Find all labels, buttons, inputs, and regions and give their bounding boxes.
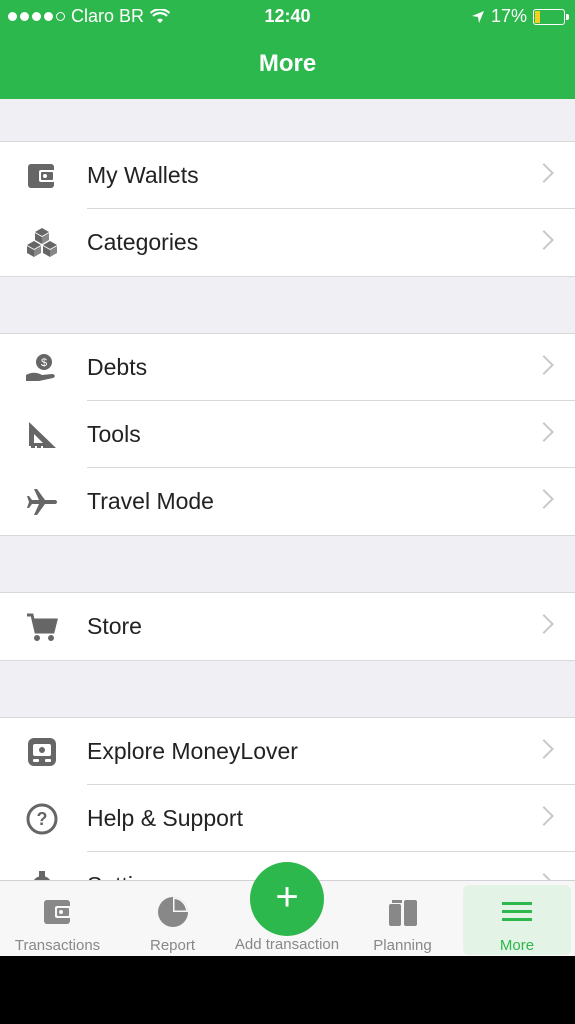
battery-icon bbox=[533, 8, 569, 25]
menu-item-label: Explore MoneyLover bbox=[87, 738, 298, 764]
menu-item-label: Categories bbox=[87, 229, 199, 255]
location-arrow-icon bbox=[471, 10, 484, 23]
tab-more[interactable]: More bbox=[463, 885, 571, 955]
more-screen: Claro BR 12:40 17% More My Wallets Categ… bbox=[0, 0, 575, 956]
tab-report[interactable]: Report bbox=[115, 881, 230, 956]
status-right: 17% bbox=[471, 6, 569, 27]
menu-item-label: Help & Support bbox=[87, 805, 243, 831]
wallet-icon bbox=[25, 159, 59, 193]
tab-label: Planning bbox=[373, 937, 432, 954]
menu-item-travel-mode[interactable]: Travel Mode bbox=[0, 468, 575, 535]
tab-planning[interactable]: Planning bbox=[345, 881, 460, 956]
chevron-right-icon bbox=[534, 739, 554, 759]
menu-item-categories[interactable]: Categories bbox=[0, 209, 575, 276]
tab-label: Transactions bbox=[14, 937, 101, 954]
menu-group-tools: $ Debts Tools Travel Mode bbox=[0, 333, 575, 536]
add-transaction-label: Add transaction bbox=[234, 936, 340, 953]
chevron-right-icon bbox=[534, 806, 554, 826]
plus-icon: + bbox=[275, 875, 299, 919]
svg-text:$: $ bbox=[41, 357, 47, 369]
tab-label: Report bbox=[149, 937, 196, 954]
debts-hand-coin-icon: $ bbox=[25, 351, 59, 385]
add-transaction-button[interactable]: + bbox=[250, 862, 324, 936]
planning-icon bbox=[345, 895, 460, 929]
menu-item-explore-moneylover[interactable]: Explore MoneyLover bbox=[0, 718, 575, 785]
help-question-icon: ? bbox=[25, 802, 59, 836]
menu-group-wallets: My Wallets Categories bbox=[0, 141, 575, 277]
menu-item-label: Debts bbox=[87, 354, 148, 380]
menu-item-label: Tools bbox=[87, 421, 141, 447]
chevron-right-icon bbox=[534, 355, 554, 375]
menu-item-label: Travel Mode bbox=[87, 488, 214, 514]
chevron-right-icon bbox=[534, 422, 554, 442]
menu-item-store[interactable]: Store bbox=[0, 593, 575, 660]
menu-item-label: Store bbox=[87, 613, 142, 639]
status-bar: Claro BR 12:40 17% bbox=[0, 0, 575, 32]
chevron-right-icon bbox=[534, 163, 554, 183]
chevron-right-icon bbox=[534, 489, 554, 509]
menu-item-tools[interactable]: Tools bbox=[0, 401, 575, 468]
menu-list: My Wallets Categories $ Debts Tools Trav… bbox=[0, 99, 575, 920]
svg-text:?: ? bbox=[37, 809, 48, 829]
tab-transactions[interactable]: Transactions bbox=[0, 881, 115, 956]
chevron-right-icon bbox=[534, 230, 554, 250]
moneylover-explore-icon bbox=[25, 735, 59, 769]
airplane-icon bbox=[25, 485, 59, 519]
wallet-icon bbox=[0, 895, 115, 929]
set-square-ruler-icon bbox=[25, 418, 59, 452]
menu-item-debts[interactable]: $ Debts bbox=[0, 334, 575, 401]
tab-label: More bbox=[499, 937, 535, 954]
categories-cubes-icon bbox=[25, 226, 59, 260]
menu-item-label: My Wallets bbox=[87, 162, 199, 188]
pie-chart-icon bbox=[115, 895, 230, 929]
shopping-cart-icon bbox=[25, 610, 59, 644]
chevron-right-icon bbox=[534, 614, 554, 634]
menu-item-my-wallets[interactable]: My Wallets bbox=[0, 142, 575, 209]
menu-item-help-support[interactable]: ? Help & Support bbox=[0, 785, 575, 852]
menu-icon bbox=[463, 895, 571, 929]
menu-group-store: Store bbox=[0, 592, 575, 661]
page-title: More bbox=[0, 32, 575, 99]
battery-percent: 17% bbox=[490, 6, 527, 26]
